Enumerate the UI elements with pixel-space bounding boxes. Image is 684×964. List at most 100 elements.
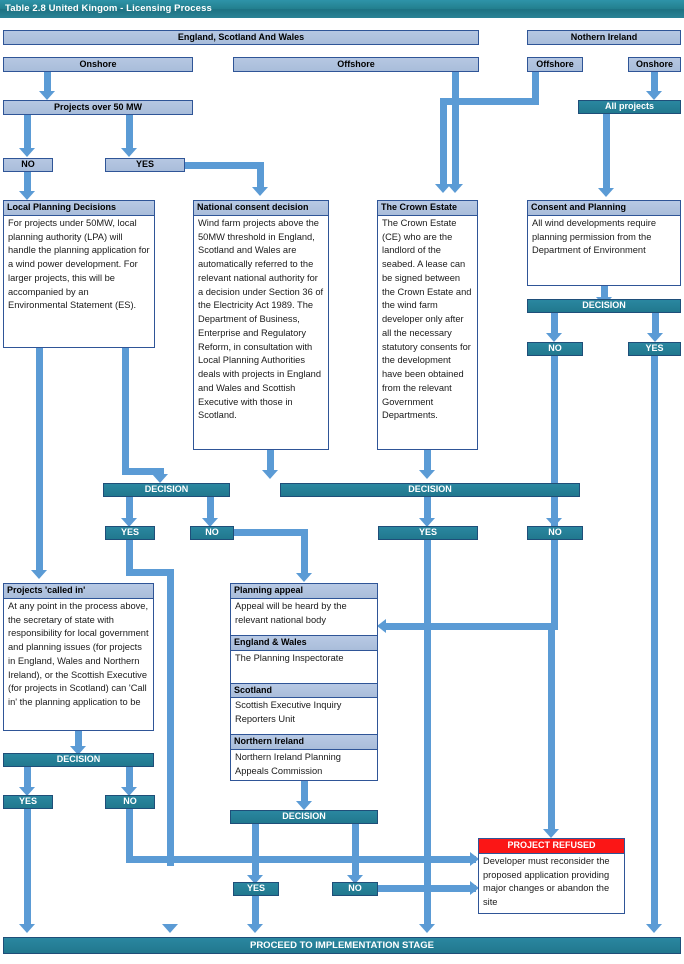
connector [167, 569, 174, 866]
connector [122, 348, 129, 474]
connector [234, 529, 308, 536]
connector [252, 896, 259, 926]
appeal-title: Planning appeal [231, 584, 377, 599]
connector [548, 623, 555, 805]
card-the-crown-estate: The Crown Estate The Crown Estate (CE) w… [377, 200, 478, 450]
page-title: Table 2.8 United Kingom - Licensing Proc… [0, 0, 684, 18]
connector [352, 824, 359, 876]
region-england-scotland-wales: England, Scotland And Wales [3, 30, 479, 45]
card-body: All wind developments require planning p… [532, 217, 657, 256]
connector [126, 497, 133, 520]
decision-called-in-yes: YES [3, 795, 53, 809]
arrow-down-icon [419, 470, 435, 479]
connector [24, 767, 31, 789]
decision-appeal: DECISION [230, 810, 378, 824]
connector [424, 540, 431, 926]
connector [651, 356, 658, 926]
connector [424, 450, 431, 472]
connector [185, 162, 264, 169]
decision-appeal-yes: YES [233, 882, 279, 896]
appeal-row-head: England & Wales [231, 634, 377, 651]
arrow-down-icon [598, 188, 614, 197]
arrow-down-icon [31, 570, 47, 579]
connector [24, 809, 31, 926]
decision-local-national: DECISION [103, 483, 230, 497]
arrow-down-icon [39, 91, 55, 100]
arrow-down-icon [19, 924, 35, 933]
connector [207, 497, 214, 520]
card-local-planning-decisions: Local Planning Decisions For projects un… [3, 200, 155, 348]
connector [126, 767, 133, 789]
connector [267, 450, 274, 472]
connector [126, 809, 133, 863]
connector [24, 115, 31, 151]
branch-esw-offshore: Offshore [233, 57, 479, 72]
card-planning-appeal: Planning appeal Appeal will be heard by … [230, 583, 378, 781]
connector [424, 497, 431, 520]
connector [301, 781, 308, 803]
arrow-down-icon [546, 333, 562, 342]
appeal-row-head: Northern Ireland [231, 734, 377, 751]
connector [126, 856, 476, 863]
arrow-down-icon [247, 924, 263, 933]
arrow-down-icon [296, 801, 312, 810]
branch-ni-offshore: Offshore [527, 57, 583, 72]
decision-offshore: DECISION [280, 483, 580, 497]
decision-right-no: NO [527, 526, 583, 540]
threshold-no-box: NO [3, 158, 53, 172]
arrow-left-icon [377, 619, 386, 633]
connector [257, 162, 264, 188]
card-consent-and-planning: Consent and Planning All wind developmen… [527, 200, 681, 286]
arrow-down-icon [19, 191, 35, 200]
arrow-down-icon [152, 474, 168, 483]
card-body: Developer must reconsider the proposed a… [483, 855, 610, 908]
arrow-down-icon [121, 148, 137, 157]
card-body: The Crown Estate (CE) who are the landlo… [382, 217, 472, 421]
card-title: Local Planning Decisions [4, 201, 154, 216]
arrow-down-icon [19, 148, 35, 157]
decision-right-yes: YES [378, 526, 478, 540]
threshold-yes-box: YES [105, 158, 185, 172]
connector [385, 623, 558, 630]
connector [301, 529, 308, 574]
flowchart-page: Table 2.8 United Kingom - Licensing Proc… [0, 0, 684, 964]
card-title: Projects 'called in' [4, 584, 153, 599]
card-project-refused: PROJECT REFUSED Developer must reconside… [478, 838, 625, 914]
region-northern-ireland: Nothern Ireland [527, 30, 681, 45]
decision-ni-yes: YES [628, 342, 681, 356]
connector [548, 804, 555, 830]
decision-called-in: DECISION [3, 753, 154, 767]
decision-left-no: NO [190, 526, 234, 540]
footer-proceed-bar: PROCEED TO IMPLEMENTATION STAGE [3, 937, 681, 954]
arrow-down-icon [296, 573, 312, 582]
arrow-down-icon [162, 924, 178, 933]
connector [652, 313, 659, 335]
decision-left-yes: YES [105, 526, 155, 540]
card-title: Consent and Planning [528, 201, 680, 216]
card-projects-called-in: Projects 'called in' At any point in the… [3, 583, 154, 731]
decision-called-in-no: NO [105, 795, 155, 809]
card-body: For projects under 50MW, local planning … [8, 217, 150, 311]
appeal-body: Appeal will be heard by the relevant nat… [235, 600, 347, 625]
connector [603, 114, 610, 189]
card-title: The Crown Estate [378, 201, 477, 216]
connector [36, 348, 43, 571]
card-body: At any point in the process above, the s… [8, 600, 149, 708]
project-refused-banner: PROJECT REFUSED [479, 839, 624, 854]
connector [440, 98, 539, 105]
arrow-down-icon [543, 829, 559, 838]
projects-over-50mw-box: Projects over 50 MW [3, 100, 193, 115]
decision-ni-no: NO [527, 342, 583, 356]
connector [252, 824, 259, 876]
appeal-row-body: The Planning Inspectorate [235, 652, 344, 663]
arrow-down-icon [262, 470, 278, 479]
appeal-row-head: Scotland [231, 682, 377, 699]
connector [440, 98, 447, 185]
appeal-row-body: Scottish Executive Inquiry Reporters Uni… [235, 700, 342, 725]
arrow-down-icon [647, 333, 663, 342]
arrow-down-icon [646, 924, 662, 933]
connector [651, 72, 658, 92]
connector [551, 497, 558, 520]
arrow-down-icon [419, 924, 435, 933]
arrow-down-icon [252, 187, 268, 196]
